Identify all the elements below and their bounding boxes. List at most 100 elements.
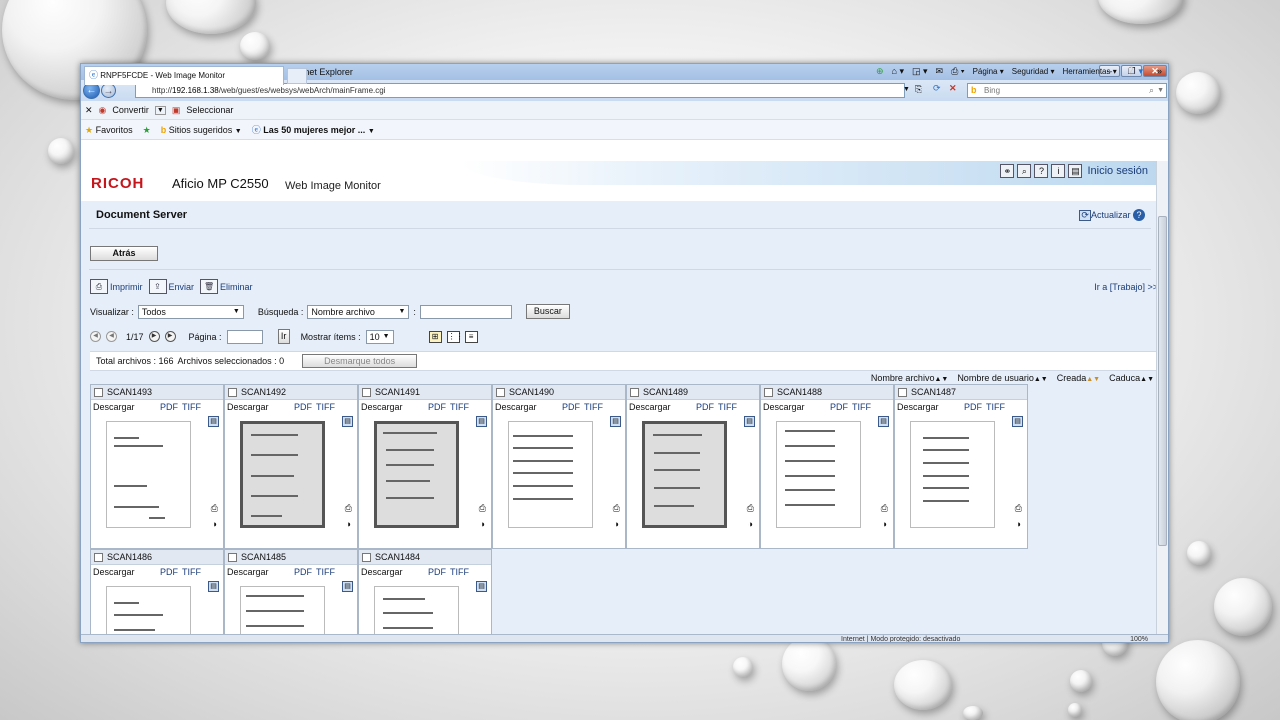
properties-icon[interactable]: ▤ [1012,416,1023,427]
file-checkbox[interactable] [898,387,907,397]
file-checkbox[interactable] [764,387,773,397]
document-thumbnail[interactable] [374,421,459,528]
sort-user[interactable]: Nombre de usuario▲▼ [957,373,1047,383]
download-link[interactable]: Descargar [227,567,269,577]
print-icon[interactable]: ⎙ [613,503,620,514]
security-menu[interactable]: Seguridad ▾ [1012,67,1055,76]
properties-icon[interactable]: ▤ [342,581,353,592]
download-link[interactable]: Descargar [93,567,135,577]
properties-icon[interactable]: ▤ [208,581,219,592]
print-icon[interactable]: ⎙ [345,503,352,514]
search-options-icon[interactable]: ▼ [1157,87,1164,94]
print-icon[interactable]: ⎙ [1015,503,1022,514]
document-thumbnail[interactable] [240,421,325,528]
document-thumbnail[interactable] [106,421,191,528]
print-icon[interactable]: ⎙ [881,503,888,514]
file-checkbox[interactable] [496,387,505,397]
printer-icon[interactable]: ⎙ ▾ [951,67,964,76]
tiff-link[interactable]: TIFF [450,402,469,412]
tiff-link[interactable]: TIFF [718,402,737,412]
last-page-icon[interactable]: ▶ [164,331,176,342]
download-link[interactable]: Descargar [897,402,939,412]
search-field-select[interactable]: Nombre archivo ▼ [307,304,410,319]
forward-button[interactable]: → [101,83,116,98]
properties-icon[interactable]: ▤ [610,416,621,427]
tab-active[interactable]: ⓔ RNPF5FCDE - Web Image Monitor [84,66,284,85]
print-button[interactable]: ⎙ Imprimir [90,279,143,294]
properties-icon[interactable]: ▤ [208,416,219,427]
file-checkbox[interactable] [228,387,237,397]
properties-icon[interactable]: ▤ [342,416,353,427]
contrast-icon[interactable]: ◑ [748,519,753,529]
contrast-icon[interactable]: ◑ [614,519,619,529]
pdf-link[interactable]: PDF [294,402,312,412]
print-icon[interactable]: ⎙ [479,503,486,514]
pdf-link[interactable]: PDF [696,402,714,412]
magnify-icon[interactable]: ⌕ [1017,164,1032,178]
close-bar-icon[interactable]: ✕ [85,105,93,115]
favorites-button[interactable]: ★ Favoritos [85,125,133,135]
contrast-icon[interactable]: ◑ [1016,519,1021,529]
new-tab-button[interactable] [287,68,307,84]
pdf-link[interactable]: PDF [160,402,178,412]
prev-page-icon[interactable]: ◀ [90,331,101,342]
pdf-link[interactable]: PDF [428,402,446,412]
icon-view-button[interactable]: ⋮⋮ [446,330,464,343]
search-button[interactable]: Buscar [525,304,570,319]
print-icon[interactable]: ⎙ [747,503,754,514]
send-button[interactable]: ⇪ Enviar [148,279,194,294]
help-icon[interactable]: ? [1034,164,1049,178]
vertical-scrollbar[interactable] [1156,161,1168,642]
download-link[interactable]: Descargar [227,402,269,412]
tools-menu[interactable]: Herramientas ▾ [1062,67,1116,76]
dropdown-arrow-icon[interactable]: ▼ [903,86,910,93]
properties-icon[interactable]: ▤ [476,581,487,592]
tiff-link[interactable]: TIFF [182,402,201,412]
download-link[interactable]: Descargar [93,402,135,412]
first-page-icon[interactable]: ◀ [106,331,117,342]
favorite-link[interactable]: ⓔ Las 50 mujeres mejor ... ▼ [252,125,375,135]
login-link[interactable]: Inicio sesión [1087,165,1148,177]
convert-button[interactable]: Convertir [112,105,149,115]
info-icon[interactable]: i [1051,164,1066,178]
help-circle-icon[interactable]: ? [1133,209,1145,221]
file-checkbox[interactable] [228,552,237,562]
properties-icon[interactable]: ▤ [744,416,755,427]
next-page-icon[interactable]: ▶ [148,331,160,342]
document-thumbnail[interactable] [910,421,995,528]
refresh-icon[interactable]: ⟳ [933,84,941,93]
add-favorite-button[interactable]: ★ [143,125,151,135]
pdf-link[interactable]: PDF [428,567,446,577]
download-link[interactable]: Descargar [361,402,403,412]
sort-created[interactable]: Creada▲▼ [1057,373,1100,383]
login-icon[interactable]: ▤ [1068,164,1083,178]
convert-dropdown-icon[interactable]: ▼ [154,105,166,115]
feeds-icon[interactable]: ⌂ ▾ [892,67,904,76]
tiff-link[interactable]: TIFF [316,402,335,412]
page-input[interactable] [226,329,263,344]
delete-button[interactable]: 🗑 Eliminar [200,279,253,294]
search-text-input[interactable] [419,304,512,319]
view-select[interactable]: Todos ▼ [137,304,244,319]
contrast-icon[interactable]: ◑ [882,519,887,529]
back-button[interactable]: Atrás [90,246,158,261]
pdf-link[interactable]: PDF [294,567,312,577]
chevron-right-icon[interactable]: » [1157,67,1162,76]
home-icon[interactable]: ⊕ [876,67,884,76]
file-checkbox[interactable] [94,552,103,562]
search-input[interactable]: b Bing ⌕ ▼ [967,83,1167,98]
tiff-link[interactable]: TIFF [584,402,603,412]
unselect-all-button[interactable]: Desmarque todos [302,354,418,368]
sort-expires[interactable]: Caduca▲▼ [1109,373,1154,383]
suggested-sites-button[interactable]: b Sitios sugeridos ▼ [161,125,242,135]
download-link[interactable]: Descargar [629,402,671,412]
pdf-link[interactable]: PDF [830,402,848,412]
select-button[interactable]: Seleccionar [186,105,233,115]
tiff-link[interactable]: TIFF [852,402,871,412]
scrollbar-thumb[interactable] [1158,216,1167,546]
tiff-link[interactable]: TIFF [316,567,335,577]
document-thumbnail[interactable] [776,421,861,528]
contrast-icon[interactable]: ◑ [346,519,351,529]
download-link[interactable]: Descargar [361,567,403,577]
page-menu[interactable]: Página ▾ [973,67,1004,76]
